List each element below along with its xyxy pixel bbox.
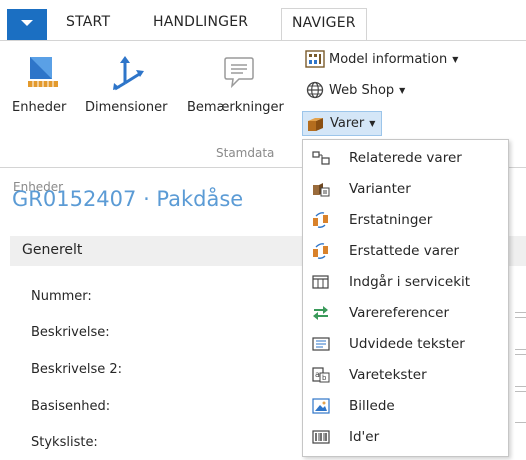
menu-item-varetekster[interactable]: a b Varetekster xyxy=(303,360,508,390)
menu-item-indgaar-i-servicekit[interactable]: Indgår i servicekit xyxy=(303,267,508,297)
item-texts-icon: a b xyxy=(312,367,330,383)
dropdown-arrow-icon xyxy=(21,20,33,26)
field-input-edge xyxy=(515,386,526,387)
chevron-down-icon: ▼ xyxy=(452,54,459,64)
menu-item-label: Varianter xyxy=(349,181,411,197)
svg-text:a: a xyxy=(315,370,320,379)
tab-naviger[interactable]: NAVIGER xyxy=(281,8,367,41)
group-label-stamdata: Stamdata xyxy=(216,146,275,160)
varer-dropdown-menu: Relaterede varer Varianter Erstatninger xyxy=(302,139,509,457)
app-menu-button[interactable] xyxy=(7,9,47,41)
menu-item-label: Udvidede tekster xyxy=(349,336,465,352)
model-information-label: Model information xyxy=(329,51,448,67)
menu-item-billede[interactable]: Billede xyxy=(303,391,508,421)
dimensions-icon xyxy=(113,56,144,91)
varer-button[interactable]: Varer ▼ xyxy=(302,111,383,136)
chevron-down-icon: ▼ xyxy=(369,119,376,128)
field-input-edge xyxy=(515,312,526,313)
model-information-icon xyxy=(305,50,325,68)
dimensioner-label: Dimensioner xyxy=(85,100,168,115)
section-title: Generelt xyxy=(22,242,83,258)
variants-icon xyxy=(312,181,330,197)
field-label-nummer: Nummer: xyxy=(31,289,92,304)
related-items-icon xyxy=(312,150,330,166)
field-label-basisenhed: Basisenhed: xyxy=(31,399,111,414)
field-input-edge xyxy=(515,422,526,423)
tab-start[interactable]: START xyxy=(66,14,110,30)
service-kit-icon xyxy=(312,274,330,290)
substitutions-icon xyxy=(312,212,330,228)
menu-item-label: Erstattede varer xyxy=(349,243,460,259)
menu-item-label: Id'er xyxy=(349,429,380,445)
field-input-edge xyxy=(515,354,526,355)
field-label-beskrivelse: Beskrivelse: xyxy=(31,325,110,340)
menu-item-relaterede-varer[interactable]: Relaterede varer xyxy=(303,143,508,173)
substituted-items-icon xyxy=(312,243,330,259)
comment-icon xyxy=(224,57,254,89)
chevron-down-icon: ▼ xyxy=(399,85,406,95)
menu-item-erstattede-varer[interactable]: Erstattede varer xyxy=(303,236,508,266)
menu-item-label: Varetekster xyxy=(349,367,427,383)
varer-label: Varer xyxy=(330,116,365,131)
menu-item-erstatninger[interactable]: Erstatninger xyxy=(303,205,508,235)
menu-item-label: Indgår i servicekit xyxy=(349,274,471,290)
ids-icon xyxy=(312,429,330,445)
field-label-styksliste: Styksliste: xyxy=(31,435,98,450)
svg-text:b: b xyxy=(322,374,327,382)
bemaerkninger-label: Bemærkninger xyxy=(187,100,284,115)
field-input-edge xyxy=(515,317,526,318)
menu-item-varianter[interactable]: Varianter xyxy=(303,174,508,204)
ribbon-tab-bar: START HANDLINGER NAVIGER xyxy=(0,0,526,41)
menu-item-label: Billede xyxy=(349,398,395,414)
menu-item-ider[interactable]: Id'er xyxy=(303,422,508,452)
picture-icon xyxy=(312,398,330,414)
extended-texts-icon xyxy=(312,336,330,352)
menu-item-udvidede-tekster[interactable]: Udvidede tekster xyxy=(303,329,508,359)
menu-item-label: Erstatninger xyxy=(349,212,433,228)
field-input-edge xyxy=(515,391,526,392)
page-title: GR0152407 · Pakdåse xyxy=(12,187,244,211)
enheder-label: Enheder xyxy=(12,100,67,115)
web-shop-button[interactable]: Web Shop ▼ xyxy=(305,79,405,101)
menu-item-label: Varereferencer xyxy=(349,305,450,321)
field-input-edge xyxy=(515,349,526,350)
globe-icon xyxy=(305,81,325,99)
web-shop-label: Web Shop xyxy=(329,82,395,98)
menu-item-label: Relaterede varer xyxy=(349,150,462,166)
items-icon xyxy=(306,115,326,133)
item-references-icon xyxy=(312,305,330,321)
menu-item-varereferencer[interactable]: Varereferencer xyxy=(303,298,508,328)
tab-handlinger[interactable]: HANDLINGER xyxy=(153,14,248,30)
units-icon xyxy=(28,57,58,87)
field-label-beskrivelse-2: Beskrivelse 2: xyxy=(31,362,123,377)
model-information-button[interactable]: Model information ▼ xyxy=(305,48,458,70)
